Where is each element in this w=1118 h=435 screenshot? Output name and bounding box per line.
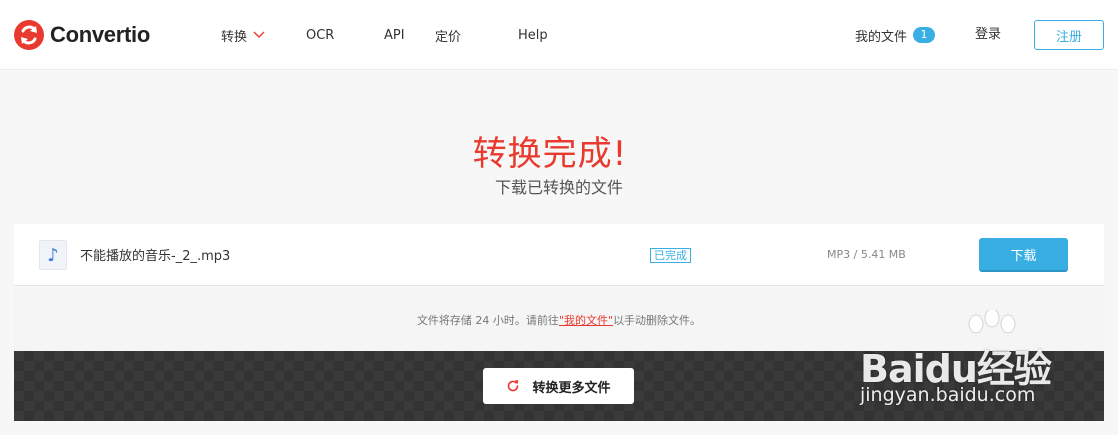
file-row: ♪ 不能播放的音乐-_2_.mp3 已完成 MP3 / 5.41 MB 下载: [14, 224, 1104, 286]
nav-item-ocr[interactable]: OCR: [306, 28, 384, 43]
nav-item-help[interactable]: Help: [518, 28, 548, 43]
chevron-down-icon: [253, 31, 265, 38]
page-title: 转换完成!: [472, 134, 628, 174]
nav-label: API: [384, 27, 405, 43]
status-badge: 已完成: [650, 248, 691, 263]
nav-item-api[interactable]: API: [384, 28, 435, 43]
logo[interactable]: Convertio: [14, 19, 150, 51]
nav-label: 转换: [221, 29, 248, 45]
music-note-icon: ♪: [39, 240, 67, 270]
download-button[interactable]: 下载: [979, 238, 1068, 272]
convertio-logo-icon: [14, 20, 44, 50]
refresh-icon: [508, 380, 519, 392]
page-subtitle: 下载已转换的文件: [494, 178, 623, 197]
note-text-after: 以手动删除文件。: [613, 314, 702, 327]
signup-button[interactable]: 注册: [1034, 20, 1104, 50]
my-files-note-link[interactable]: "我的文件": [559, 314, 613, 327]
nav-label: OCR: [306, 27, 335, 43]
header: Convertio 转换 OCR API 定价 Help 我的文件 1 登录 注…: [0, 0, 1118, 70]
main-nav: 转换 OCR API 定价 Help: [221, 25, 548, 45]
note-text-before: 文件将存储 24 小时。请前往: [416, 314, 559, 327]
logo-text: Convertio: [50, 22, 150, 47]
convert-more-label: 转换更多文件: [532, 380, 611, 396]
nav-label: 定价: [435, 29, 462, 45]
storage-note: 文件将存储 24 小时。请前往"我的文件"以手动删除文件。: [14, 312, 1104, 328]
nav-item-convert[interactable]: 转换: [221, 26, 306, 45]
nav-item-pricing[interactable]: 定价: [435, 26, 518, 45]
file-format-size: MP3 / 5.41 MB: [827, 248, 906, 261]
storage-note-area: 文件将存储 24 小时。请前往"我的文件"以手动删除文件。: [14, 287, 1104, 351]
convert-more-bar: 转换更多文件: [14, 351, 1104, 421]
nav-label: Help: [518, 27, 548, 43]
file-count-badge: 1: [913, 27, 936, 43]
login-link[interactable]: 登录: [975, 25, 1001, 45]
file-name: 不能播放的音乐-_2_.mp3: [80, 249, 231, 264]
convert-more-button[interactable]: 转换更多文件: [483, 368, 634, 404]
my-files-label: 我的文件: [855, 29, 908, 45]
my-files-link[interactable]: 我的文件 1: [855, 25, 936, 45]
